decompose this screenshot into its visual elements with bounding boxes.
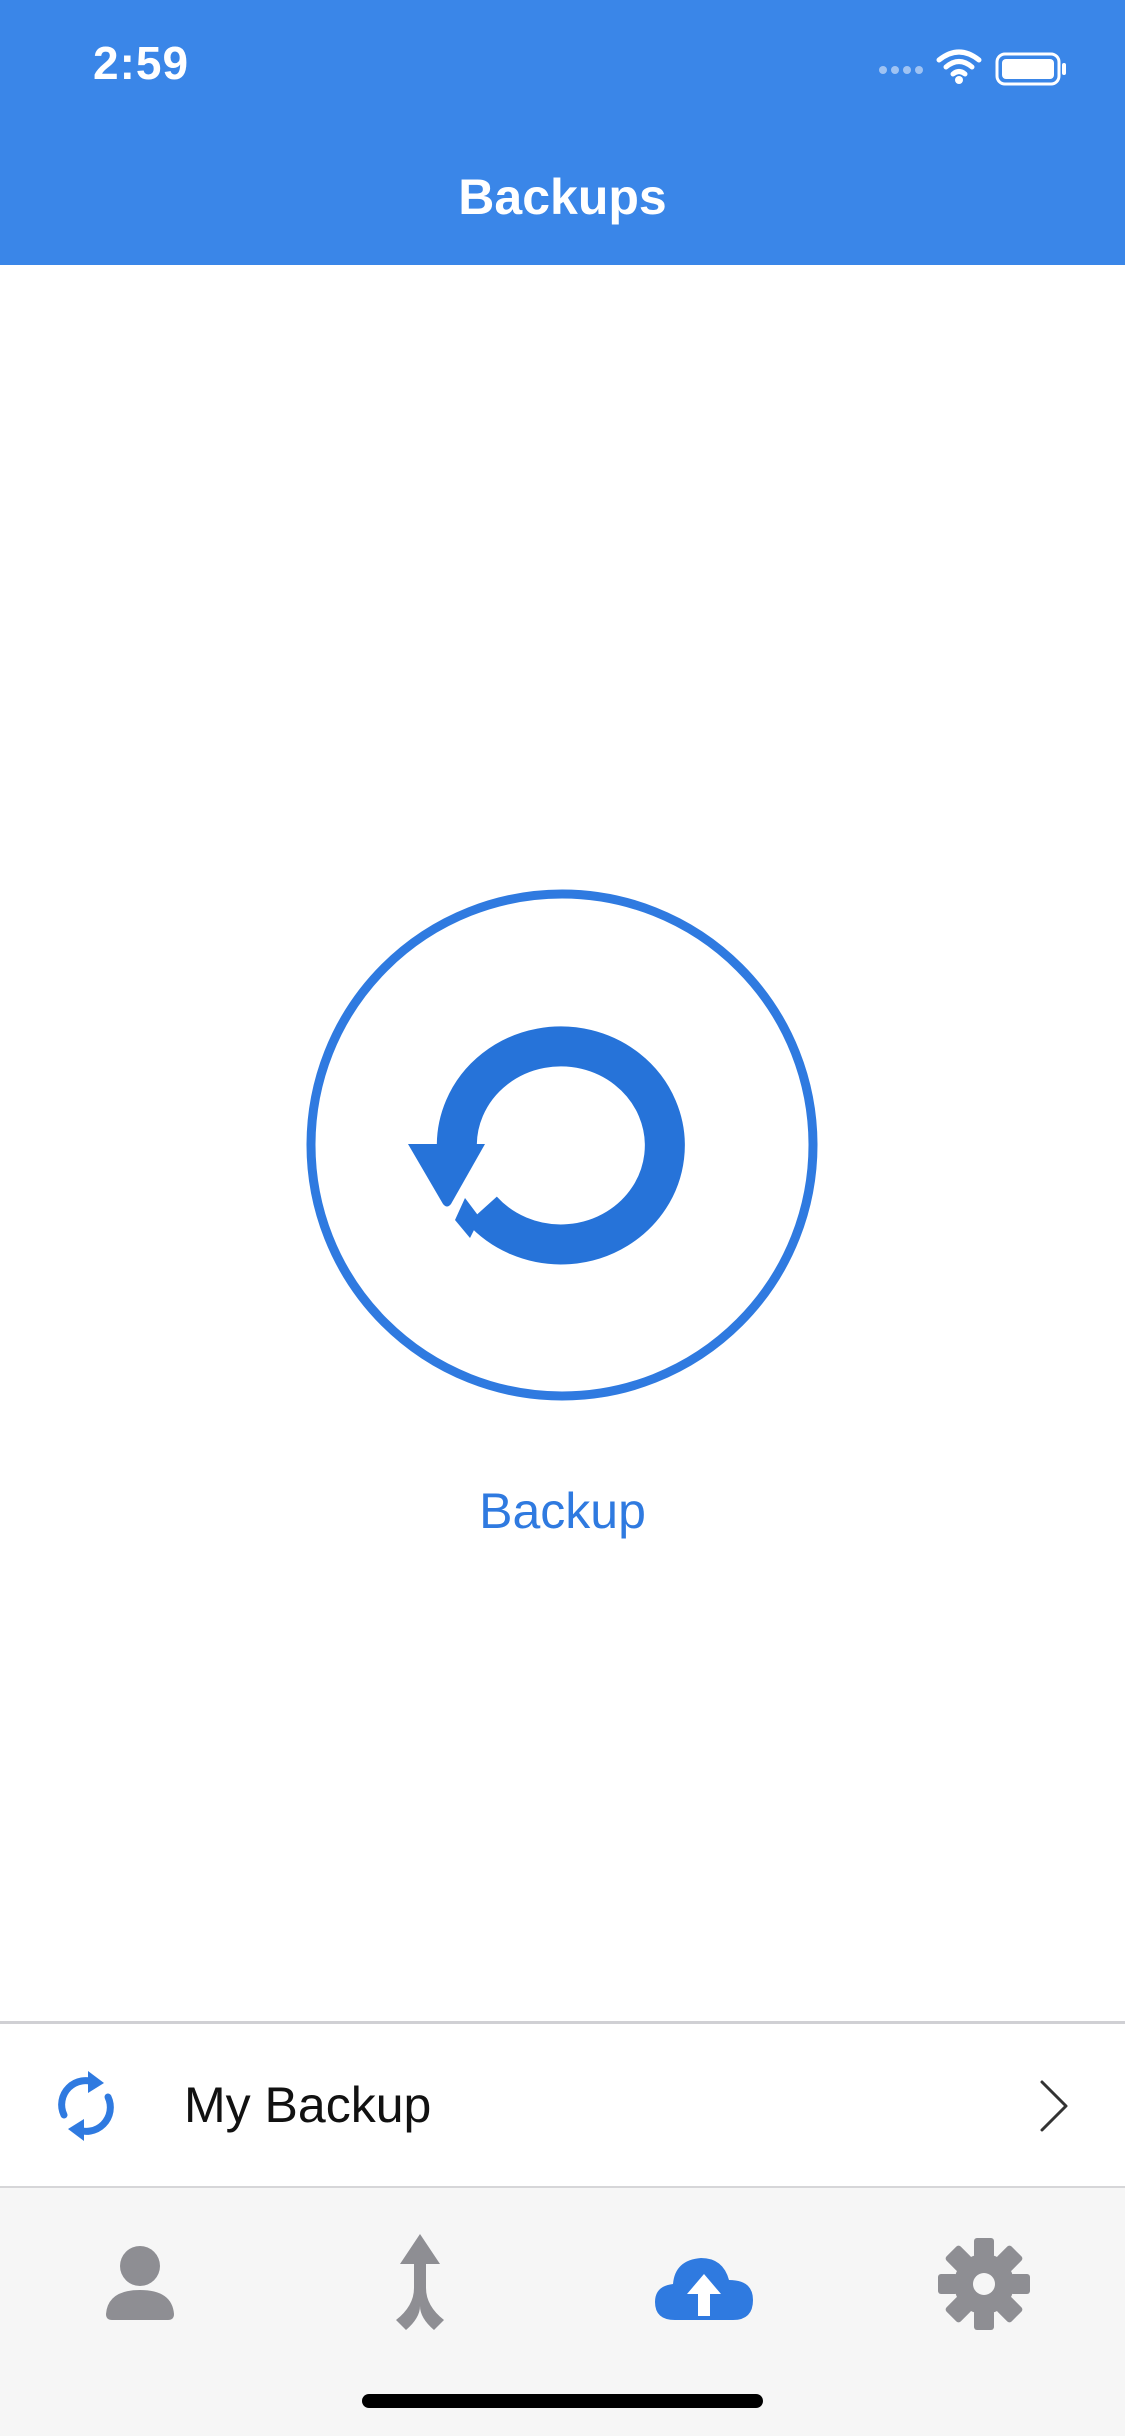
status-indicators: [875, 48, 1085, 88]
backup-label[interactable]: Backup: [0, 1482, 1125, 1540]
tab-contacts[interactable]: [80, 2228, 200, 2338]
list-item-label: My Backup: [184, 2077, 432, 2133]
tab-backups[interactable]: [643, 2228, 763, 2338]
home-indicator[interactable]: [362, 2394, 763, 2408]
cellular-signal-icon: [879, 66, 923, 74]
tab-settings[interactable]: [924, 2228, 1044, 2338]
person-icon: [106, 2246, 174, 2320]
refresh-icon: [408, 1026, 685, 1265]
page-title: Backups: [458, 169, 667, 225]
cloud-upload-icon: [655, 2258, 753, 2320]
list-item-my-backup[interactable]: My Backup: [0, 2024, 1125, 2186]
merge-arrow-icon: [396, 2234, 444, 2330]
navigation-header: 2:59 Backups: [0, 0, 1125, 265]
wifi-icon: [936, 49, 982, 77]
status-time: 2:59: [93, 37, 190, 89]
gear-icon: [938, 2238, 1030, 2330]
tab-merge[interactable]: [360, 2228, 480, 2338]
sync-icon: [50, 2065, 122, 2147]
battery-icon: [995, 52, 1066, 86]
backup-button[interactable]: [305, 888, 819, 1402]
chevron-right-icon: [1038, 2078, 1070, 2134]
